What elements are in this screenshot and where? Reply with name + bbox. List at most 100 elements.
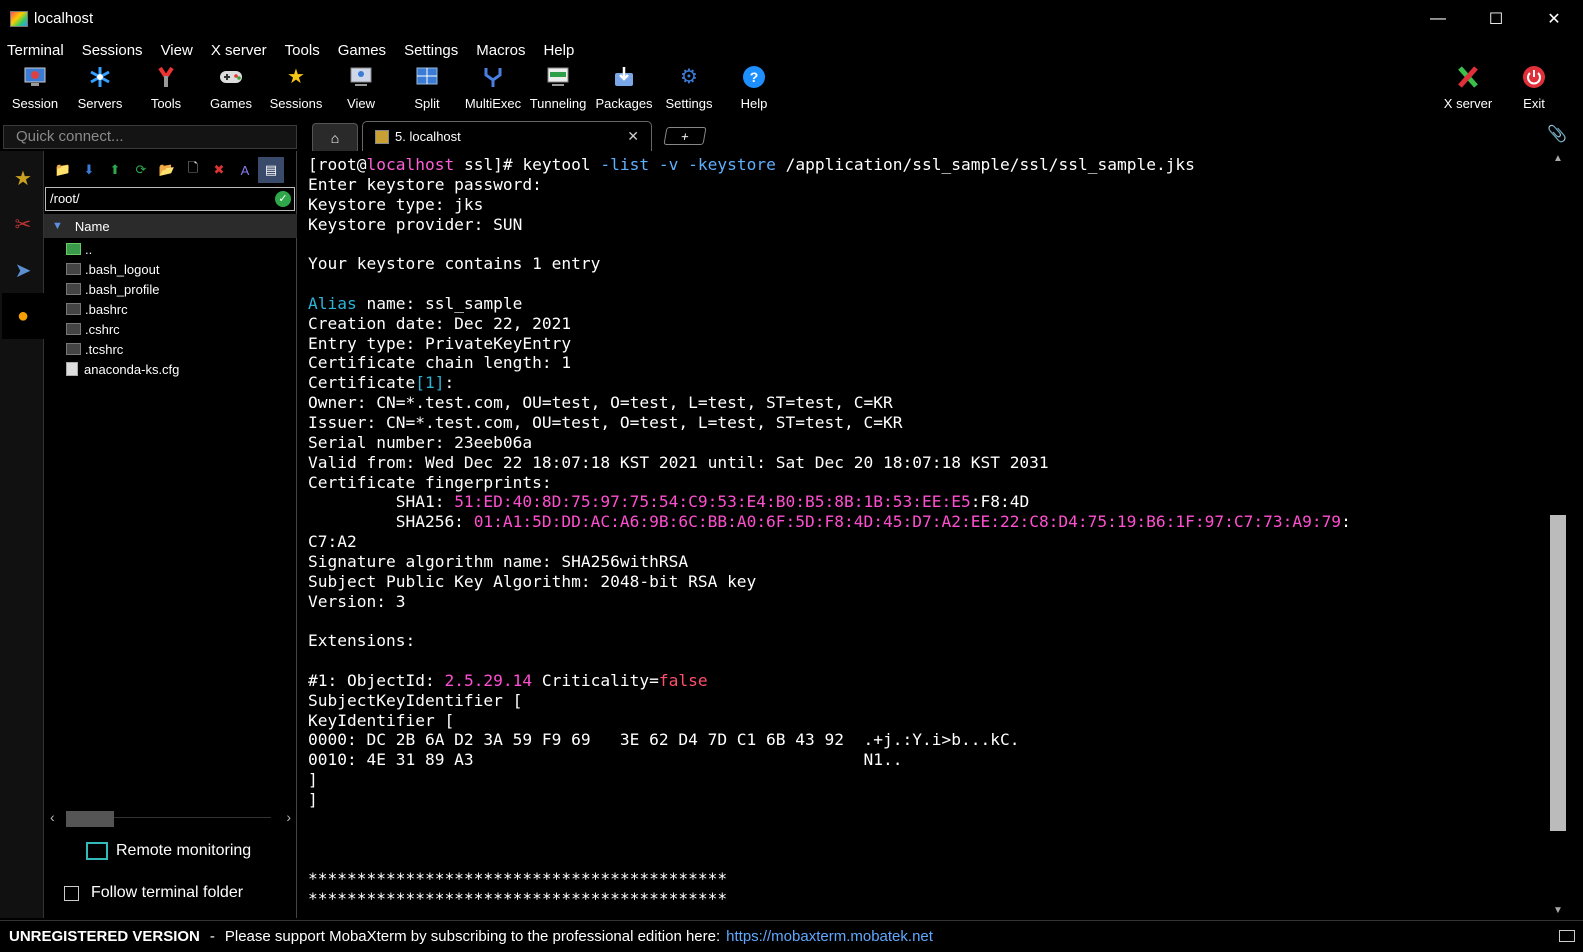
column-header-label: Name <box>74 218 110 234</box>
tools-button[interactable]: Tools <box>133 64 199 114</box>
terminal-line: Serial number: 23eeb06a <box>308 432 533 452</box>
path-input[interactable]: /root/ ✓ <box>45 187 295 211</box>
column-header-name[interactable]: ▼ Name <box>44 214 297 238</box>
power-icon <box>1521 64 1547 90</box>
terminal-line: SubjectKeyIdentifier [ <box>308 690 523 710</box>
menu-tools[interactable]: Tools <box>285 42 320 59</box>
folder-up-icon[interactable]: 📁 <box>50 157 76 183</box>
menu-games[interactable]: Games <box>338 42 386 59</box>
follow-terminal-folder-checkbox[interactable]: Follow terminal folder <box>64 883 243 903</box>
status-bar: UNREGISTERED VERSION - Please support Mo… <box>0 920 1583 952</box>
sessions-star-tab[interactable]: ★ <box>2 155 44 201</box>
scroll-thumb[interactable] <box>66 811 114 827</box>
help-button[interactable]: ? Help <box>721 64 787 114</box>
scroll-down-icon[interactable]: ▼ <box>1553 905 1563 916</box>
quick-connect-input[interactable]: Quick connect... <box>3 125 297 149</box>
rename-icon[interactable]: A <box>232 157 258 183</box>
monitor-icon <box>22 64 48 90</box>
terminal-line: Creation date: Dec 22, 2021 <box>308 313 572 333</box>
split-button[interactable]: Split <box>394 64 460 114</box>
menu-view[interactable]: View <box>161 42 193 59</box>
tools-side-tab[interactable]: ✂ <box>2 201 44 247</box>
sftp-icon: ● <box>16 304 30 327</box>
menu-macros[interactable]: Macros <box>476 42 525 59</box>
macros-side-tab[interactable]: ➤ <box>2 247 44 293</box>
maximize-button[interactable]: ☐ <box>1467 0 1525 37</box>
horizontal-scrollbar[interactable]: ‹ › <box>44 809 297 829</box>
split-icon <box>414 64 440 90</box>
multiexec-icon <box>480 64 506 90</box>
paperclip-icon[interactable]: 📎 <box>1547 124 1567 144</box>
list-item[interactable]: .cshrc <box>66 319 296 339</box>
keyboard-icon[interactable] <box>1559 930 1575 942</box>
menu-terminal[interactable]: Terminal <box>7 42 64 59</box>
menu-xserver[interactable]: X server <box>211 42 267 59</box>
list-item[interactable]: anaconda-ks.cfg <box>66 359 296 379</box>
tunneling-button[interactable]: Tunneling <box>525 64 591 114</box>
servers-button[interactable]: Servers <box>67 64 133 114</box>
new-file-icon[interactable]: 🗋 <box>180 157 206 183</box>
sessions-button[interactable]: ★ Sessions <box>263 64 329 114</box>
upload-icon[interactable]: ⬆ <box>102 157 128 183</box>
xserver-button[interactable]: X server <box>1435 64 1501 114</box>
scroll-left-icon[interactable]: ‹ <box>50 809 55 825</box>
toggle-view-icon[interactable]: ▤ <box>258 157 284 183</box>
new-folder-icon[interactable]: 📂 <box>154 157 180 183</box>
tab-localhost[interactable]: 5. localhost ✕ <box>362 121 652 151</box>
checkbox[interactable] <box>64 885 79 901</box>
list-item[interactable]: .. <box>66 239 296 259</box>
tools-icon <box>153 64 179 90</box>
scroll-up-icon[interactable]: ▲ <box>1553 153 1563 164</box>
settings-button[interactable]: ⚙ Settings <box>656 64 722 114</box>
scroll-right-icon[interactable]: › <box>286 809 291 825</box>
delete-icon[interactable]: ✖ <box>206 157 232 183</box>
terminal-scrollbar[interactable]: ▲ ▼ <box>1546 153 1568 918</box>
sftp-panel: 📁 ⬇ ⬆ ⟳ 📂 🗋 ✖ A ▤ /root/ ✓ ▼ Name .. .ba… <box>44 151 297 918</box>
close-button[interactable]: ✕ <box>1525 0 1583 37</box>
packages-button[interactable]: Packages <box>591 64 657 114</box>
window-controls: — ☐ ✕ <box>1409 0 1583 37</box>
list-item[interactable]: .bashrc <box>66 299 296 319</box>
menu-settings[interactable]: Settings <box>404 42 458 59</box>
terminal-line: Certificate chain length: 1 <box>308 353 572 373</box>
title-bar: localhost — ☐ ✕ <box>0 0 1583 37</box>
mobaxterm-app-icon <box>10 10 28 27</box>
mobatek-link[interactable]: https://mobaxterm.mobatek.net <box>726 928 933 945</box>
sftp-side-tab[interactable]: ● <box>2 293 44 339</box>
svg-text:?: ? <box>750 69 759 85</box>
scroll-thumb[interactable] <box>1550 515 1566 831</box>
session-button[interactable]: Session <box>2 64 68 114</box>
exit-button[interactable]: Exit <box>1501 64 1567 114</box>
remote-monitoring-button[interactable]: Remote monitoring <box>86 839 251 863</box>
check-icon[interactable]: ✓ <box>275 191 291 207</box>
list-item[interactable]: .bash_profile <box>66 279 296 299</box>
view-button[interactable]: View <box>328 64 394 114</box>
new-tab-button[interactable]: + <box>663 127 707 145</box>
terminal-line: Certificate[1]: <box>308 373 455 393</box>
file-icon <box>66 323 81 335</box>
terminal-line: C7:A2 <box>308 532 357 552</box>
close-tab-icon[interactable]: ✕ <box>627 128 639 145</box>
refresh-icon[interactable]: ⟳ <box>128 157 154 183</box>
star-icon: ★ <box>287 66 305 88</box>
tab-label: 5. localhost <box>395 129 461 144</box>
download-icon[interactable]: ⬇ <box>76 157 102 183</box>
tab-strip: ⌂ 5. localhost ✕ + 📎 <box>300 121 1583 151</box>
sort-down-icon: ▼ <box>52 220 63 232</box>
support-message: Please support MobaXterm by subscribing … <box>224 928 721 945</box>
menu-sessions[interactable]: Sessions <box>82 42 143 59</box>
home-tab[interactable]: ⌂ <box>312 123 358 151</box>
terminal-line: SHA1: 51:ED:40:8D:75:97:75:54:C9:53:E4:B… <box>308 492 1030 512</box>
terminal-output[interactable]: [root@localhost ssl]# keytool -list -v -… <box>300 153 1546 918</box>
status-separator: - <box>209 928 215 945</box>
list-item[interactable]: .bash_logout <box>66 259 296 279</box>
terminal-tab-icon <box>375 129 389 144</box>
star-icon: ★ <box>14 167 32 190</box>
minimize-button[interactable]: — <box>1409 0 1467 37</box>
menu-help[interactable]: Help <box>543 42 574 59</box>
multiexec-button[interactable]: MultiExec <box>460 64 526 114</box>
list-item[interactable]: .tcshrc <box>66 339 296 359</box>
games-button[interactable]: Games <box>198 64 264 114</box>
